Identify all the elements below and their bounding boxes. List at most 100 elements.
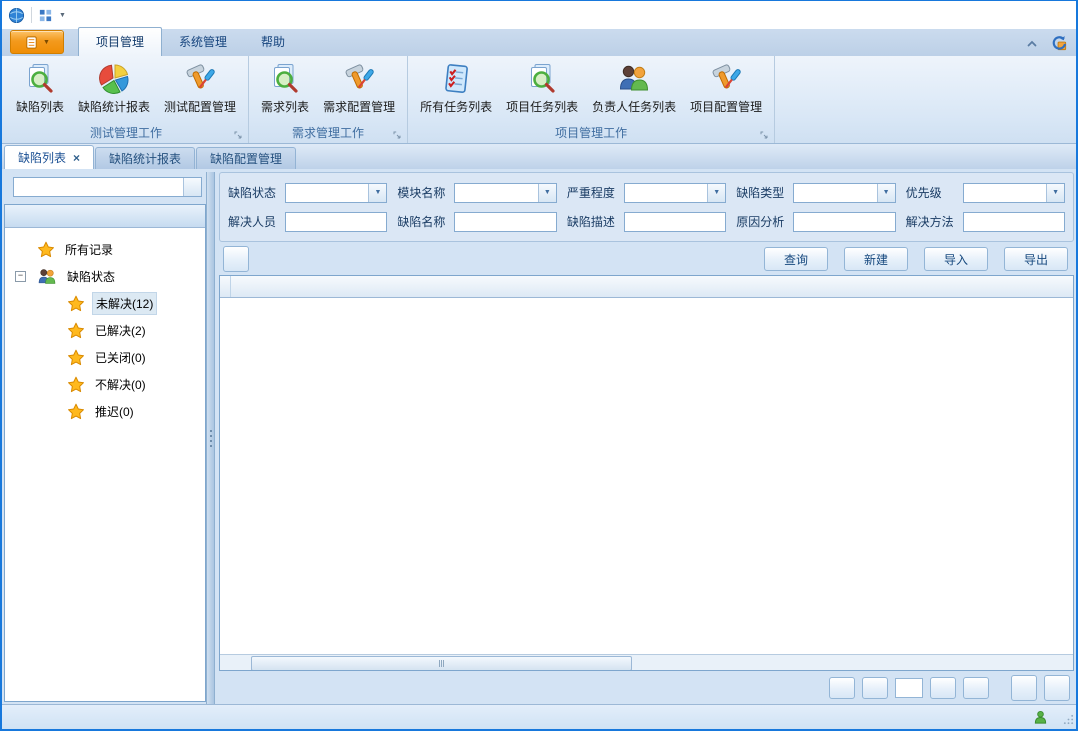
tree-item-3[interactable]: 已解决(2) [5,317,205,344]
version-combobox[interactable] [13,177,202,197]
collapse-ribbon-icon[interactable] [1025,37,1039,51]
dialog-launcher-icon[interactable] [234,131,242,139]
export-current-page-button[interactable] [1011,675,1037,701]
ribbon-button-defect-report[interactable]: 缺陷统计报表 [71,59,157,118]
quick-access-squares-icon[interactable] [38,8,53,23]
doc-search-icon [23,62,57,96]
chevron-down-icon[interactable] [183,178,201,196]
tree-item-label: 已解决(2) [92,320,149,341]
doc-tab-label: 缺陷统计报表 [109,150,181,167]
pie-chart-icon [97,62,131,96]
test-config-label: 测试配置管理 [164,98,236,115]
ribbon-button-defect-list[interactable]: 缺陷列表 [9,59,71,118]
dialog-launcher-icon[interactable] [760,131,768,139]
filter-input-solution[interactable] [963,212,1065,232]
pagination-bar [219,671,1074,704]
filter-label-defect-name: 缺陷名称 [397,213,454,230]
scrollbar-thumb[interactable] [251,656,632,671]
filter-input-cause-analysis[interactable] [793,212,895,232]
defect-list-label: 缺陷列表 [16,98,64,115]
chevron-down-icon[interactable]: ▼ [368,184,386,202]
next-page-button[interactable] [930,677,956,699]
tree-item-0[interactable]: 所有记录 [5,236,205,263]
app-globe-icon[interactable] [8,7,25,24]
minimize-button[interactable] [941,1,986,29]
tree-header [5,205,205,228]
chevron-down-icon[interactable]: ▼ [1046,184,1064,202]
online-user-icon[interactable] [1033,710,1048,725]
filter-combo-defect-status[interactable]: ▼ [285,183,387,203]
doc-tab-label: 缺陷配置管理 [210,150,282,167]
ribbon-right-tools [1025,35,1068,52]
tools-icon [183,62,217,96]
filter-combo-defect-type[interactable]: ▼ [793,183,895,203]
maximize-button[interactable] [986,1,1031,29]
document-tab-bar: 缺陷列表× 缺陷统计报表 缺陷配置管理 [2,144,1076,169]
scrollbar-track[interactable] [235,656,1058,669]
chevron-down-icon[interactable]: ▼ [877,184,895,202]
dialog-launcher-icon[interactable] [393,131,401,139]
sidebar-splitter[interactable] [206,172,215,704]
resize-grip-icon[interactable] [1063,714,1074,728]
filter-input-defect-desc[interactable] [624,212,726,232]
filter-combo-severity[interactable]: ▼ [624,183,726,203]
ribbon-button-test-config[interactable]: 测试配置管理 [157,59,243,118]
last-page-button[interactable] [963,677,989,699]
filter-label-defect-type: 缺陷类型 [736,184,793,201]
filter-label-module-name: 模块名称 [397,184,454,201]
ribbon-group-label: 项目管理工作 [555,124,627,141]
tools-icon [709,62,743,96]
page-number-input[interactable] [895,678,923,698]
ribbon-button-requirement-list[interactable]: 需求列表 [254,59,316,118]
filter-input-defect-name[interactable] [454,212,556,232]
chevron-down-icon[interactable]: ▼ [59,12,66,19]
modify-display-items-button[interactable] [223,246,249,272]
new-button[interactable]: 新建 [844,247,908,271]
export-button[interactable]: 导出 [1004,247,1068,271]
people-icon [37,267,57,287]
filter-combo-module-name[interactable]: ▼ [454,183,556,203]
tree-item-label: 所有记录 [62,239,116,260]
ribbon-button-owner-tasks[interactable]: 负责人任务列表 [585,59,683,118]
doc-tab-1[interactable]: 缺陷统计报表 [95,147,195,169]
ribbon-tab-1[interactable]: 系统管理 [162,28,244,56]
ribbon-button-all-tasks[interactable]: 所有任务列表 [413,59,499,118]
close-tab-icon[interactable]: × [73,151,80,165]
application-menu-button[interactable]: ▼ [10,30,64,54]
filter-input-resolver[interactable] [285,212,387,232]
ribbon-body: 缺陷列表缺陷统计报表测试配置管理测试管理工作需求列表需求配置管理需求管理工作所有… [2,56,1076,144]
tree-item-label: 未解决(12) [92,292,157,315]
import-button[interactable]: 导入 [924,247,988,271]
filter-label-defect-desc: 缺陷描述 [567,213,624,230]
ribbon-tab-0[interactable]: 项目管理 [78,27,162,56]
filter-label-severity: 严重程度 [567,184,624,201]
chevron-down-icon[interactable]: ▼ [538,184,556,202]
ribbon-group-0: 缺陷列表缺陷统计报表测试配置管理测试管理工作 [4,56,249,143]
tree-item-4[interactable]: 已关闭(0) [5,344,205,371]
export-all-pages-button[interactable] [1044,675,1070,701]
defect-report-label: 缺陷统计报表 [78,98,150,115]
doc-tab-2[interactable]: 缺陷配置管理 [196,147,296,169]
prev-page-button[interactable] [862,677,888,699]
ribbon-button-project-config[interactable]: 项目配置管理 [683,59,769,118]
tree-item-5[interactable]: 不解决(0) [5,371,205,398]
tree-item-1[interactable]: −缺陷状态 [5,263,205,290]
tree-expander-icon[interactable]: − [15,271,26,282]
close-button[interactable] [1031,1,1076,29]
tree-item-6[interactable]: 推迟(0) [5,398,205,425]
chevron-down-icon[interactable]: ▼ [707,184,725,202]
people-icon [617,62,651,96]
help-icon[interactable] [1051,35,1068,52]
filter-label-cause-analysis: 原因分析 [736,213,793,230]
horizontal-scrollbar[interactable] [220,654,1073,670]
owner-tasks-label: 负责人任务列表 [592,98,676,115]
filter-combo-priority[interactable]: ▼ [963,183,1065,203]
first-page-button[interactable] [829,677,855,699]
ribbon-tab-2[interactable]: 帮助 [244,28,302,56]
ribbon-button-requirement-config[interactable]: 需求配置管理 [316,59,402,118]
ribbon-button-project-tasks[interactable]: 项目任务列表 [499,59,585,118]
tree-item-2[interactable]: 未解决(12) [5,290,205,317]
doc-tab-0[interactable]: 缺陷列表× [4,145,94,169]
tree-item-label: 不解决(0) [92,374,149,395]
query-button[interactable]: 查询 [764,247,828,271]
